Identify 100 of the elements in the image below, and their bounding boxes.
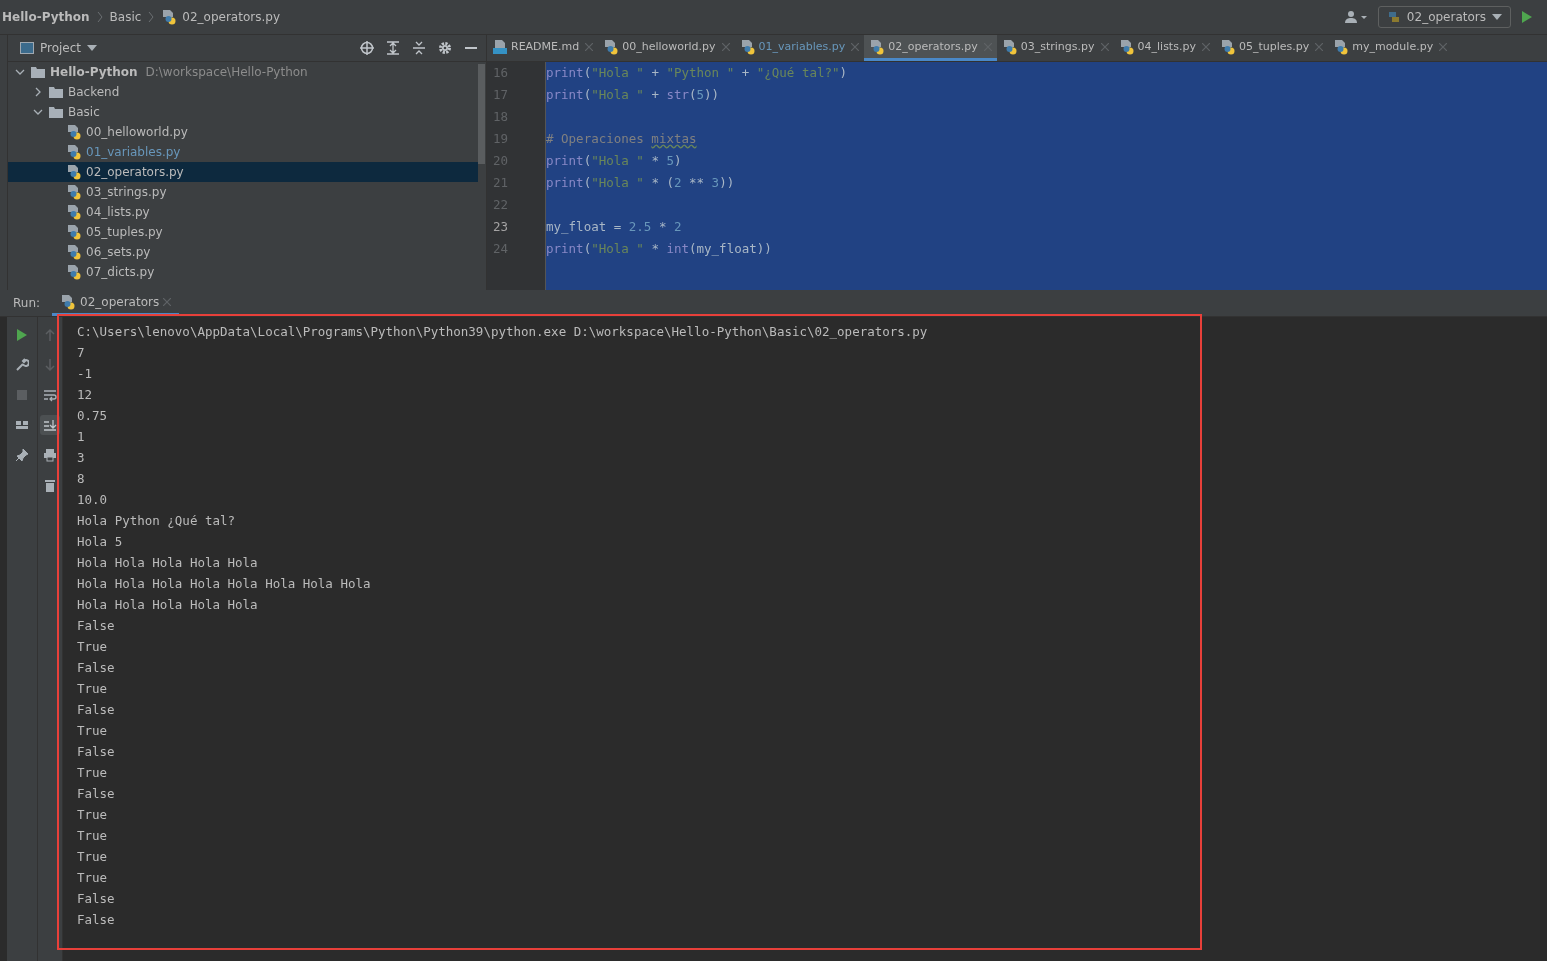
- run-tab[interactable]: 02_operators: [52, 290, 180, 316]
- editor-tab[interactable]: 04_lists.py: [1113, 35, 1215, 61]
- scroll-to-end-button[interactable]: [40, 415, 60, 435]
- python-file-icon: [161, 9, 178, 25]
- console-line: 8: [77, 470, 86, 488]
- code-line: # Operaciones mixtas: [546, 131, 697, 146]
- scrollbar[interactable]: [478, 64, 485, 164]
- code-line: print("Hola " * int(my_float)): [546, 241, 772, 256]
- console-line: False: [77, 743, 116, 761]
- python-file-icon: [1118, 38, 1135, 55]
- close-icon: [1201, 42, 1210, 51]
- code-line: print("Hola " + "Python " + "¿Qué tal?"): [546, 65, 848, 80]
- scroll-end-icon: [43, 418, 57, 432]
- tree-item[interactable]: 04_lists.py: [8, 202, 478, 222]
- console-line: True: [77, 680, 109, 698]
- panel-icon: [20, 42, 34, 54]
- console-line: 10.0: [77, 491, 109, 509]
- project-view-dropdown[interactable]: Project: [20, 41, 98, 55]
- python-file-icon: [66, 184, 82, 200]
- layout-icon: [15, 418, 29, 432]
- printer-icon: [43, 448, 57, 462]
- console-line: False: [77, 911, 116, 929]
- editor-tab[interactable]: 05_tuples.py: [1214, 35, 1329, 61]
- tree-item[interactable]: Basic: [8, 102, 478, 122]
- run-configuration-dropdown[interactable]: 02_operators: [1377, 6, 1511, 28]
- editor-tab[interactable]: my_module.py: [1328, 35, 1453, 61]
- stop-icon: [15, 388, 29, 402]
- console-line: 1: [77, 428, 86, 446]
- markdown-file-icon: [492, 38, 508, 55]
- collapse-all-button[interactable]: [412, 41, 426, 55]
- python-file-icon: [66, 204, 82, 220]
- python-icon: [1386, 10, 1401, 24]
- tree-item[interactable]: 02_operators.py: [8, 162, 478, 182]
- tree-item[interactable]: Backend: [8, 82, 478, 102]
- folder-icon: [30, 65, 46, 79]
- pin-icon: [15, 448, 29, 462]
- editor-tab[interactable]: 03_strings.py: [996, 35, 1114, 61]
- console-line: -1: [77, 365, 94, 383]
- console-line: True: [77, 806, 109, 824]
- console-line: True: [77, 848, 109, 866]
- python-file-icon: [1333, 38, 1350, 55]
- caret-icon: [1492, 14, 1502, 20]
- breadcrumb-item[interactable]: Basic: [109, 10, 142, 24]
- play-icon: [15, 328, 29, 342]
- editor-tab[interactable]: README.md: [487, 35, 599, 61]
- python-file-icon: [869, 38, 886, 55]
- python-file-icon: [739, 38, 756, 55]
- python-file-icon: [603, 38, 620, 55]
- code-line: print("Hola " * 5): [546, 153, 682, 168]
- tree-item[interactable]: Hello-Python D:\workspace\Hello-Python: [8, 62, 478, 82]
- python-file-icon: [1219, 38, 1236, 55]
- locate-button[interactable]: [360, 41, 374, 55]
- close-icon: [851, 42, 860, 51]
- console-line: False: [77, 659, 116, 677]
- console-line: True: [77, 764, 109, 782]
- python-file-icon: [66, 244, 82, 260]
- close-icon: [163, 297, 172, 306]
- wrench-icon: [15, 358, 29, 372]
- console-line: Hola Hola Hola Hola Hola: [77, 596, 259, 614]
- console-line: Hola Python ¿Qué tal?: [77, 512, 237, 530]
- console-line: True: [77, 869, 109, 887]
- line-number: 23: [492, 218, 510, 236]
- run-button[interactable]: [1521, 10, 1533, 24]
- arrow-up-icon: [43, 328, 57, 342]
- breadcrumb-item[interactable]: Hello-Python: [2, 10, 90, 24]
- folder-icon: [48, 105, 64, 119]
- expand-all-button[interactable]: [386, 41, 400, 55]
- python-file-icon: [60, 293, 77, 310]
- settings-icon: [438, 41, 452, 55]
- chevron-icon: [96, 11, 103, 23]
- settings-button[interactable]: [438, 41, 452, 55]
- python-file-icon: [66, 164, 82, 180]
- tree-item[interactable]: 06_sets.py: [8, 242, 478, 262]
- breadcrumb-item[interactable]: 02_operators.py: [182, 10, 280, 24]
- code-line: print("Hola " + str(5)): [546, 87, 720, 102]
- console-line: 3: [77, 449, 86, 467]
- python-file-icon: [66, 144, 82, 160]
- tree-item[interactable]: 00_helloworld.py: [8, 122, 478, 142]
- console-line: False: [77, 785, 116, 803]
- console-line: C:\Users\lenovo\AppData\Local\Programs\Python\Python39\python.exe D:\workspace\Hello-Python\Basic\02_operators.py: [77, 323, 929, 341]
- close-icon: [1315, 42, 1324, 51]
- console-line: True: [77, 722, 109, 740]
- code-line: my_float = 2.5 * 2: [546, 219, 682, 234]
- close-icon: [585, 42, 594, 51]
- console-line: 0.75: [77, 407, 109, 425]
- editor-tab[interactable]: 00_helloworld.py: [598, 35, 735, 61]
- close-icon: [1100, 42, 1109, 51]
- editor-tab[interactable]: 01_variables.py: [734, 35, 865, 61]
- editor-tab[interactable]: 02_operators.py: [864, 35, 997, 61]
- console-line: Hola Hola Hola Hola Hola: [77, 554, 259, 572]
- locate-icon: [360, 41, 374, 55]
- console-line: False: [77, 890, 116, 908]
- caret-icon: [87, 45, 98, 51]
- tree-item[interactable]: 01_variables.py: [8, 142, 478, 162]
- console-line: False: [77, 701, 116, 719]
- tree-item[interactable]: 05_tuples.py: [8, 222, 478, 242]
- tree-item[interactable]: 07_dicts.py: [8, 262, 478, 282]
- expand-all-icon: [386, 41, 400, 55]
- tree-item[interactable]: 03_strings.py: [8, 182, 478, 202]
- console-line: True: [77, 827, 109, 845]
